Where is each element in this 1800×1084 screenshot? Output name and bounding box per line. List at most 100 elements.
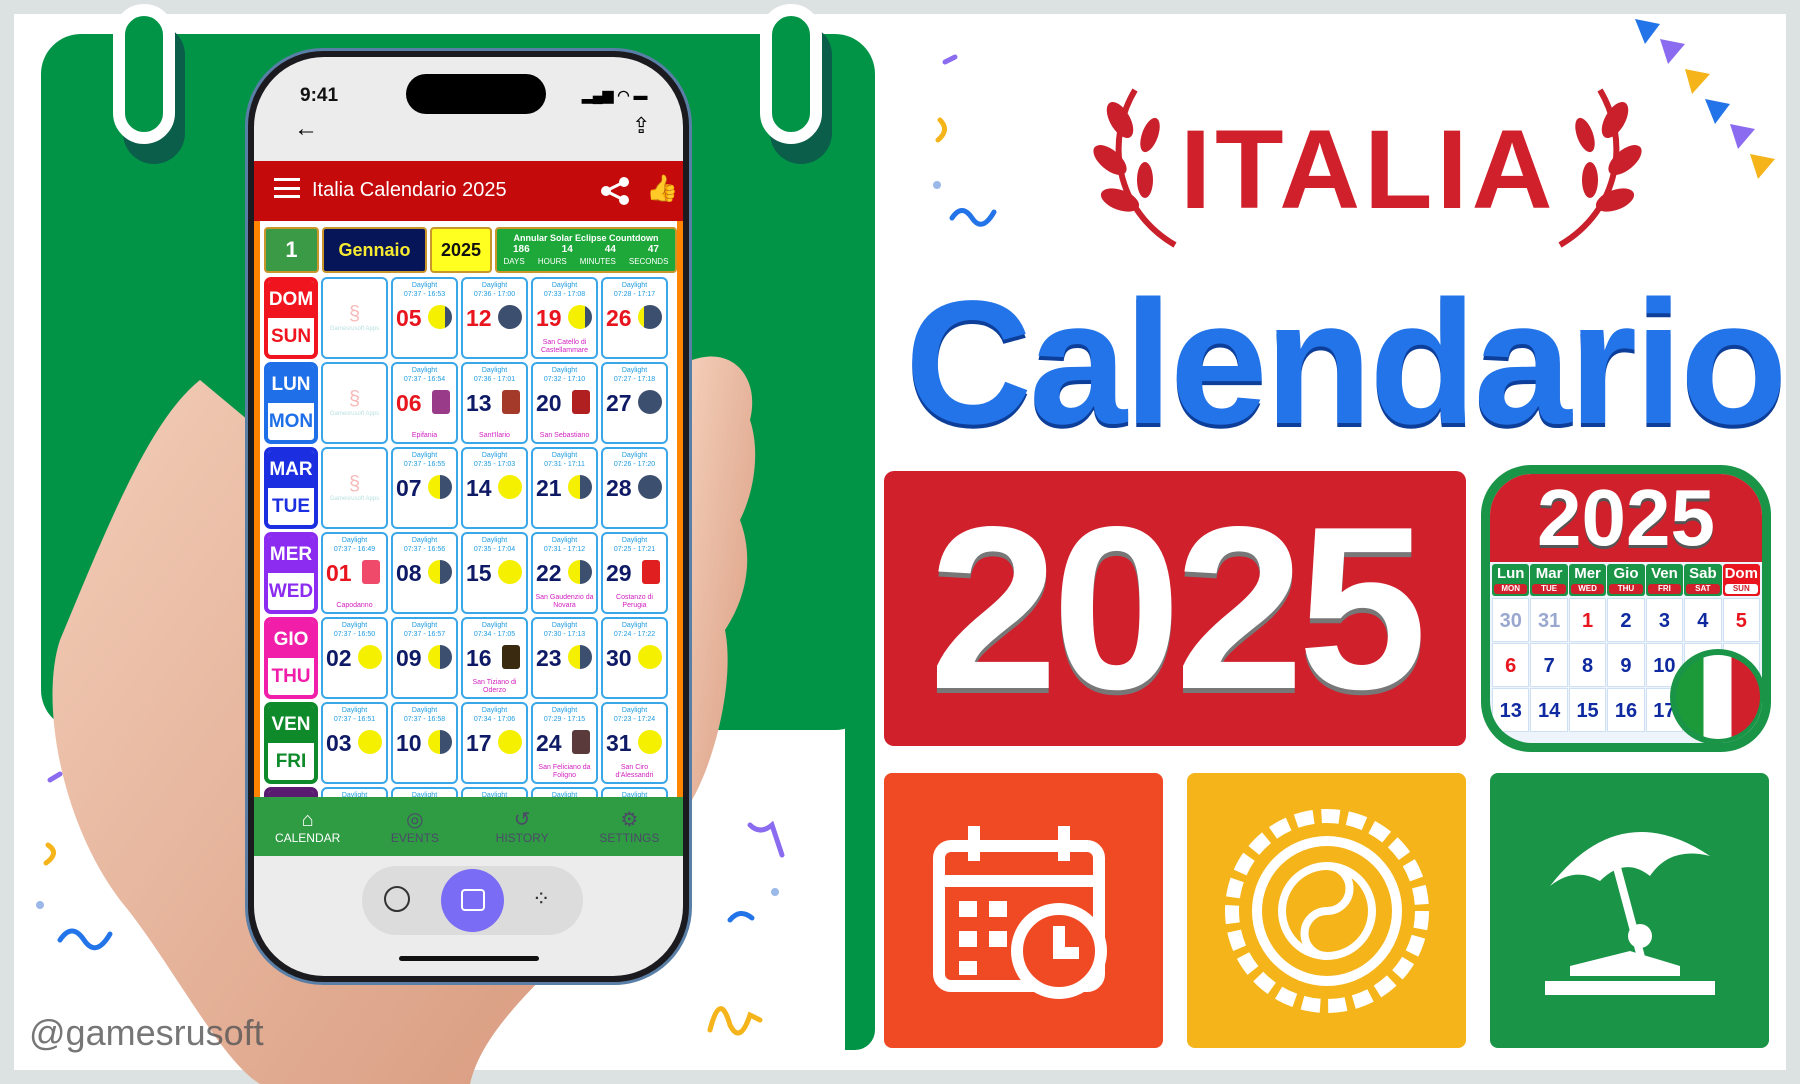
upload-share-icon[interactable]: ⇪ — [632, 113, 650, 139]
day-cell[interactable]: Daylight 07:37 - 16:51 03 — [321, 702, 388, 784]
day-cell[interactable]: Daylight — [531, 787, 598, 797]
day-cell[interactable]: Daylight 07:34 - 17:06 17 — [461, 702, 528, 784]
day-cell[interactable]: Daylight 07:37 - 16:50 02 — [321, 617, 388, 699]
nav-events[interactable]: ◎ EVENTS — [361, 797, 468, 856]
daylight-times: 07:37 - 16:50 — [333, 631, 376, 638]
daylight-times: 07:31 - 17:12 — [543, 546, 586, 553]
date-number: 22 — [536, 560, 562, 586]
icon-day-en: WED — [1570, 584, 1605, 594]
day-cell[interactable]: Daylight 07:27 - 17:18 27 — [601, 362, 668, 444]
moon-phase-icon — [638, 645, 662, 669]
moon-phase-icon — [428, 730, 452, 754]
day-cell[interactable]: Daylight 07:37 - 16:56 08 — [391, 532, 458, 614]
date-number: 14 — [466, 475, 492, 501]
day-label-en: THU — [271, 665, 311, 687]
icon-date-cell: 6 — [1492, 643, 1530, 687]
empty-cell: § Gamesrusoft Apps — [321, 447, 388, 529]
day-cell[interactable]: Daylight — [601, 787, 668, 797]
daylight-label: Daylight — [621, 707, 648, 714]
hamburger-menu-icon[interactable] — [274, 178, 300, 198]
status-icons: ▂▄▆ ◠ ▬ — [582, 87, 648, 103]
day-cell[interactable]: Daylight 07:32 - 17:10 20 San Sebastiano — [531, 362, 598, 444]
day-cell[interactable]: Daylight 07:35 - 17:03 14 — [461, 447, 528, 529]
nav-settings[interactable]: ⚙ SETTINGS — [576, 797, 683, 856]
date-number: 29 — [606, 560, 632, 586]
year-box[interactable]: 2025 — [430, 227, 492, 273]
day-cell[interactable]: Daylight 07:37 - 16:55 07 — [391, 447, 458, 529]
month-box[interactable]: Gennaio — [322, 227, 427, 273]
day-label-en: SUN — [270, 325, 312, 347]
moon-phase-icon — [498, 560, 522, 584]
settings-icon: ⚙ — [620, 808, 639, 831]
holiday-name: San Sebastiano — [539, 432, 590, 439]
day-cell[interactable]: Daylight 07:37 - 16:58 10 — [391, 702, 458, 784]
calendario-title: Calendario — [905, 265, 1788, 461]
home-indicator — [399, 956, 539, 961]
day-label-it: LUN — [268, 366, 314, 403]
day-cell[interactable]: Daylight 07:31 - 17:11 21 — [531, 447, 598, 529]
day-cell[interactable]: Daylight 07:28 - 17:17 26 — [601, 277, 668, 359]
share-icon[interactable] — [600, 177, 630, 205]
date-number: 26 — [606, 305, 632, 331]
moon-phase-icon — [428, 475, 452, 499]
day-cell[interactable]: Daylight 07:37 - 16:57 09 — [391, 617, 458, 699]
icon-day-it: Gio — [1613, 565, 1639, 582]
day-cell[interactable]: Daylight — [321, 787, 388, 797]
day-cell[interactable]: Daylight 07:24 - 17:22 30 — [601, 617, 668, 699]
icon-date-cell: 15 — [1568, 688, 1607, 732]
icon-day-en: FRI — [1647, 584, 1682, 594]
moon-phase-icon — [358, 645, 382, 669]
daylight-times: 07:26 - 17:20 — [613, 461, 656, 468]
profile-icon[interactable] — [384, 886, 410, 912]
daylight-label: Daylight — [551, 282, 578, 289]
daylight-label: Daylight — [551, 707, 578, 714]
daylight-times: 07:36 - 17:00 — [473, 291, 516, 298]
nav-calendar[interactable]: ⌂ CALENDAR — [254, 797, 361, 856]
day-cell[interactable]: Daylight 07:26 - 17:20 28 — [601, 447, 668, 529]
apps-grid-icon[interactable]: ⁘ — [532, 886, 550, 912]
icon-day-header: Sab SAT — [1684, 564, 1722, 596]
daylight-info: Daylight 07:34 - 17:06 — [463, 706, 526, 724]
day-cell[interactable]: Daylight 07:37 - 16:49 01 Capodanno — [321, 532, 388, 614]
day-cell[interactable]: Daylight 07:37 - 16:54 06 Epifania — [391, 362, 458, 444]
day-cell[interactable]: Daylight 07:29 - 17:15 24 San Feliciano da … — [531, 702, 598, 784]
calendar-fab-button[interactable] — [441, 869, 504, 932]
day-cell[interactable]: Daylight 07:25 - 17:21 29 Costanzo di Perug… — [601, 532, 668, 614]
day-label-en: TUE — [272, 495, 310, 517]
laurel-right-icon — [1558, 88, 1642, 248]
countdown-seconds-label: SECONDS — [628, 257, 669, 266]
date-number: 31 — [606, 730, 632, 756]
day-cell[interactable]: Daylight 07:34 - 17:05 16 San Tiziano di Od… — [461, 617, 528, 699]
day-cell[interactable]: Daylight 07:36 - 17:00 12 — [461, 277, 528, 359]
gamesrusoft-logo: § Gamesrusoft Apps — [323, 473, 386, 502]
gamesrusoft-logo: § Gamesrusoft Apps — [323, 388, 386, 417]
daylight-times: 07:23 - 17:24 — [613, 716, 656, 723]
day-cell[interactable]: Daylight 07:33 - 17:08 19 San Catello di Ca… — [531, 277, 598, 359]
zodiac-tile — [1187, 773, 1466, 1048]
nav-label: HISTORY — [495, 830, 549, 845]
thumbs-up-icon[interactable]: 👍 — [646, 173, 678, 204]
calendar-clock-tile — [884, 773, 1163, 1048]
date-number: 12 — [466, 305, 492, 331]
date-number: 13 — [466, 390, 492, 416]
day-cell[interactable]: Daylight 07:35 - 17:04 15 — [461, 532, 528, 614]
daylight-info: Daylight 07:27 - 17:18 — [603, 366, 666, 384]
icon-date-cell: 31 — [1530, 598, 1568, 642]
nav-history[interactable]: ↺ HISTORY — [469, 797, 576, 856]
day-cell[interactable]: Daylight — [391, 787, 458, 797]
moon-phase-icon — [638, 730, 662, 754]
day-cell[interactable]: Daylight 07:30 - 17:13 23 — [531, 617, 598, 699]
italy-flag-icon — [1670, 649, 1762, 743]
date-number: 08 — [396, 560, 422, 586]
day-cell[interactable]: Daylight 07:36 - 17:01 13 Sant'Ilario — [461, 362, 528, 444]
day-cell[interactable]: Daylight 07:31 - 17:12 22 San Gaudenzio da … — [531, 532, 598, 614]
day-cell[interactable]: Daylight 07:23 - 17:24 31 San Ciro d'Alessa… — [601, 702, 668, 784]
day-cell[interactable]: Daylight 07:37 - 16:53 05 — [391, 277, 458, 359]
daylight-info: Daylight 07:36 - 17:00 — [463, 281, 526, 299]
daylight-label: Daylight — [411, 282, 438, 289]
date-number: 17 — [466, 730, 492, 756]
day-cell[interactable]: Daylight — [461, 787, 528, 797]
history-icon: ↺ — [513, 808, 531, 831]
daylight-label: Daylight — [411, 537, 438, 544]
back-arrow-icon[interactable]: ← — [294, 115, 318, 143]
